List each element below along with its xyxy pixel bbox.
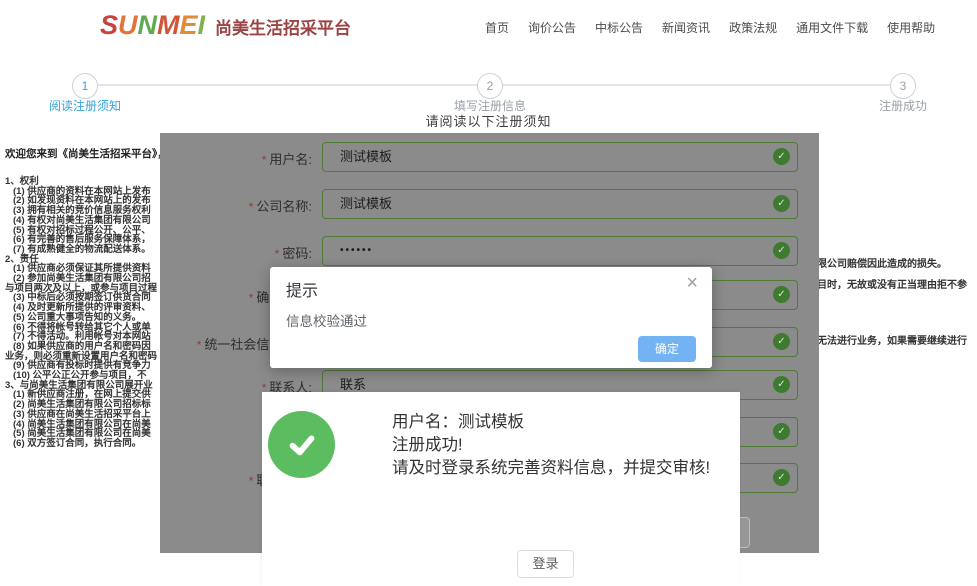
required-asterisk: * bbox=[275, 247, 280, 261]
success-line-1: 注册成功! bbox=[392, 434, 710, 457]
logo-letter-E: E bbox=[180, 10, 198, 40]
success-line-2: 请及时登录系统完善资料信息，并提交审核! bbox=[392, 457, 710, 480]
text-input[interactable]: 测试模板 bbox=[322, 142, 798, 172]
nav-item-3[interactable]: 新闻资讯 bbox=[662, 19, 710, 36]
field-label: *用户名: bbox=[160, 149, 312, 168]
notice-lines: 1、权利(1) 供应商的资料在本网站上发布(2) 如发现资料在本网站上的发布(3… bbox=[5, 177, 168, 449]
success-line-0: 用户名：测试模板 bbox=[392, 411, 710, 434]
login-button[interactable]: 登录 bbox=[517, 550, 574, 578]
valid-check-icon: ✓ bbox=[773, 469, 790, 486]
logo: SUNMEI 尚美生活招采平台 bbox=[100, 12, 351, 39]
field-value: 测试模板 bbox=[323, 190, 797, 218]
sunmei-logo-icon: SUNMEI bbox=[100, 12, 205, 39]
field-label-text: 用户名: bbox=[269, 152, 312, 167]
step-3-number: 3 bbox=[900, 79, 907, 93]
field-row-0: *用户名: 测试模板✓ bbox=[160, 142, 819, 172]
field-value: 测试模板 bbox=[323, 143, 797, 171]
valid-check-icon: ✓ bbox=[773, 148, 790, 165]
nav-item-5[interactable]: 通用文件下载 bbox=[796, 19, 868, 36]
success-check-icon bbox=[268, 411, 335, 478]
nav-item-4[interactable]: 政策法规 bbox=[729, 19, 777, 36]
field-label-text: 公司名称: bbox=[256, 199, 312, 214]
step-2-number: 2 bbox=[487, 79, 494, 93]
required-asterisk: * bbox=[262, 153, 267, 167]
field-value: •••••• bbox=[323, 237, 797, 265]
password-input[interactable]: •••••• bbox=[322, 236, 798, 266]
required-asterisk: * bbox=[197, 338, 202, 352]
registration-page: SUNMEI 尚美生活招采平台 首页 询价公告 中标公告 新闻资讯 政策法规 通用文件下载… bbox=[0, 0, 977, 586]
logo-letter-N: N bbox=[138, 10, 158, 40]
field-row-2: *密码: ••••••✓ bbox=[160, 236, 819, 266]
success-text-lines: 用户名：测试模板注册成功!请及时登录系统完善资料信息，并提交审核! bbox=[392, 411, 710, 480]
confirm-button[interactable]: 确定 bbox=[638, 336, 696, 362]
success-message-box: 用户名：测试模板注册成功!请及时登录系统完善资料信息，并提交审核! bbox=[262, 392, 740, 586]
validation-modal: 提示 × 信息校验通过 确定 bbox=[270, 267, 712, 368]
valid-check-icon: ✓ bbox=[773, 376, 790, 393]
top-nav: 首页 询价公告 中标公告 新闻资讯 政策法规 通用文件下载 使用帮助 bbox=[485, 19, 935, 36]
step-1-circle: 1 bbox=[72, 73, 98, 99]
step-3-circle: 3 bbox=[890, 73, 916, 99]
valid-check-icon: ✓ bbox=[773, 242, 790, 259]
field-label-text: 密码: bbox=[282, 246, 312, 261]
step-2-circle: 2 bbox=[477, 73, 503, 99]
stepper-line-2 bbox=[503, 84, 890, 86]
required-asterisk: * bbox=[249, 291, 254, 305]
modal-title: 提示 bbox=[286, 277, 318, 301]
notice-line: (6) 双方签订合同，执行合同。 bbox=[5, 439, 168, 449]
logo-letter-U: U bbox=[118, 10, 138, 40]
stepper-line-1 bbox=[98, 84, 477, 86]
close-icon[interactable]: × bbox=[686, 273, 698, 293]
logo-letter-S: S bbox=[100, 10, 118, 40]
field-label: *密码: bbox=[160, 243, 312, 262]
valid-check-icon: ✓ bbox=[773, 333, 790, 350]
notice-fragment-0: 限公司赔偿因此造成的损失。 bbox=[817, 255, 947, 270]
logo-letter-M: M bbox=[157, 10, 180, 40]
required-asterisk: * bbox=[249, 474, 254, 488]
notice-text-block: 欢迎您来到《尚美生活招采平台》， 1、权利(1) 供应商的资料在本网站上发布(2… bbox=[5, 146, 168, 449]
brand-title: 尚美生活招采平台 bbox=[215, 14, 351, 39]
text-input[interactable]: 测试模板 bbox=[322, 189, 798, 219]
nav-item-0[interactable]: 首页 bbox=[485, 19, 509, 36]
logo-letter-I: I bbox=[198, 10, 206, 40]
nav-item-2[interactable]: 中标公告 bbox=[595, 19, 643, 36]
notice-fragment-2: 无法进行业务，如果需要继续进行 bbox=[817, 332, 967, 347]
nav-item-1[interactable]: 询价公告 bbox=[528, 19, 576, 36]
notice-welcome-line: 欢迎您来到《尚美生活招采平台》， bbox=[5, 146, 168, 161]
step-1-number: 1 bbox=[82, 79, 89, 93]
field-row-1: *公司名称: 测试模板✓ bbox=[160, 189, 819, 219]
valid-check-icon: ✓ bbox=[773, 195, 790, 212]
modal-message: 信息校验通过 bbox=[286, 310, 367, 330]
valid-check-icon: ✓ bbox=[773, 423, 790, 440]
field-label: *公司名称: bbox=[160, 196, 312, 215]
valid-check-icon: ✓ bbox=[773, 286, 790, 303]
notice-section-title: 请阅读以下注册须知 bbox=[0, 111, 977, 130]
required-asterisk: * bbox=[249, 200, 254, 214]
notice-fragment-1: 目时，无故或没有正当理由拒不参 bbox=[817, 276, 967, 291]
nav-item-6[interactable]: 使用帮助 bbox=[887, 19, 935, 36]
